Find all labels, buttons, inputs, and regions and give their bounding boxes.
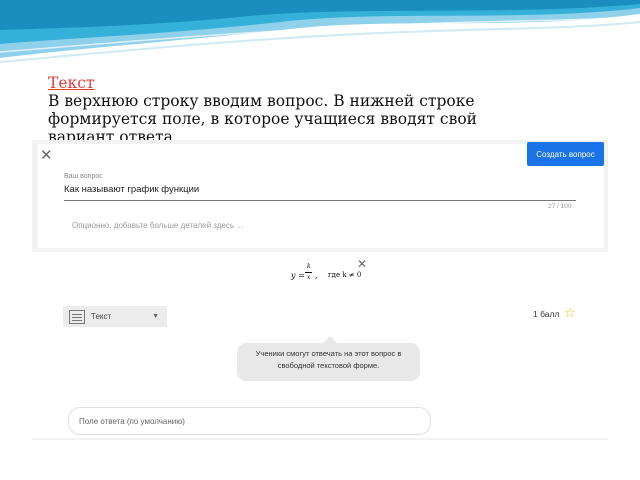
decorative-wave-header (0, 0, 640, 80)
create-question-button[interactable]: Создать вопрос (527, 142, 604, 166)
text-type-icon (69, 309, 85, 324)
points-label[interactable]: 1 балл (533, 309, 559, 319)
remove-image-icon[interactable]: ✕ (357, 257, 367, 271)
formula-fraction-line (305, 272, 312, 273)
close-icon[interactable]: ✕ (40, 148, 53, 163)
description-input[interactable]: Опционно, добавьте больше деталей здесь … (72, 221, 243, 230)
answer-info-tooltip: Ученики смогут отвечать на этот вопрос в… (237, 336, 420, 381)
char-counter: 27 / 100 (548, 203, 572, 210)
question-input[interactable]: Как называют график функции (64, 184, 576, 201)
formula-k: k (307, 263, 311, 270)
answer-type-select[interactable]: Текст ▼ (63, 306, 167, 327)
formula-condition: где k ≠ 0 (328, 271, 362, 279)
slide-title: Текст (48, 74, 95, 92)
answer-type-label: Текст (91, 312, 112, 321)
slide-caption: Текст В верхнюю строку вводим вопрос. В … (48, 74, 518, 146)
default-answer-field[interactable]: Поле ответа (по умолчанию) (68, 407, 431, 435)
formula-x: x (307, 274, 311, 281)
question-label: Ваш вопрос (64, 173, 103, 180)
slide-body-text: В верхнюю строку вводим вопрос. В нижней… (48, 92, 478, 146)
chevron-down-icon: ▼ (152, 313, 159, 320)
star-icon[interactable]: ☆ (564, 306, 576, 321)
formula-y: y = (291, 271, 305, 280)
